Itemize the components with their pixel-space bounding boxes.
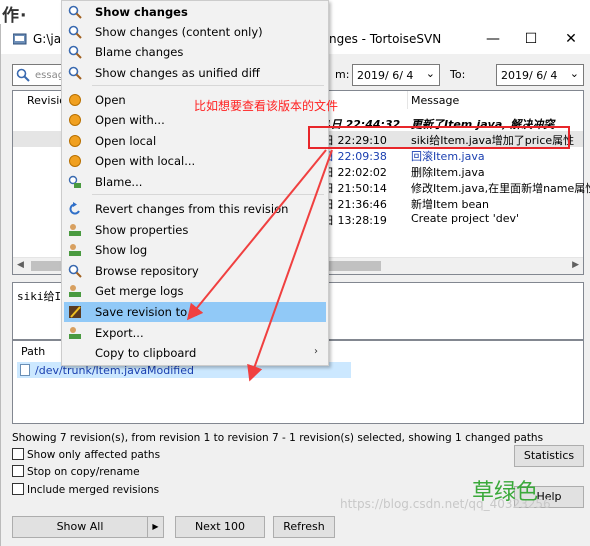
menu-item-save-revision[interactable]: Save revision to... [64, 302, 326, 322]
menu-item-export[interactable]: Export... [64, 323, 326, 343]
from-date-picker[interactable]: 2019/ 6/ 4 ⌄ [352, 64, 440, 86]
statistics-button[interactable]: Statistics [514, 445, 584, 467]
menu-item-open-with-local[interactable]: Open with local... [64, 151, 326, 171]
menu-item-open-local[interactable]: Open local [64, 131, 326, 151]
open-icon [69, 114, 81, 126]
chevron-right-icon[interactable]: ▶ [147, 517, 163, 537]
next-100-button[interactable]: Next 100 [175, 516, 265, 538]
menu-item-unified-diff[interactable]: Show changes as unified diff [64, 63, 326, 83]
window-title-app: nges - TortoiseSVN [329, 32, 442, 46]
magnifier-icon [68, 45, 82, 59]
chevron-down-icon: ⌄ [425, 67, 435, 80]
svn-icon [69, 285, 81, 297]
context-menu: Show changes Show changes (content only)… [61, 0, 329, 366]
checkbox[interactable] [12, 483, 24, 495]
refresh-button[interactable]: Refresh [273, 516, 335, 538]
open-icon [69, 155, 81, 167]
column-header-path[interactable]: Path [21, 345, 45, 358]
open-icon [69, 135, 81, 147]
magnifier-icon [68, 264, 82, 278]
menu-separator [92, 85, 324, 86]
magnifier-icon [68, 5, 82, 19]
open-icon [69, 94, 81, 106]
search-placeholder: essag [35, 70, 65, 81]
to-date-value: 2019/ 6/ 4 [501, 69, 558, 82]
search-input[interactable]: essag [12, 64, 64, 86]
file-icon [20, 364, 30, 376]
menu-item-blame[interactable]: Blame... [64, 172, 326, 192]
annotation-highlight-box [308, 126, 570, 149]
save-icon [69, 306, 81, 318]
option-only-affected[interactable]: Show only affected paths [12, 448, 160, 461]
maximize-button[interactable]: ☐ [521, 30, 541, 48]
menu-item-revert[interactable]: Revert changes from this revision [64, 199, 326, 219]
revert-icon [69, 202, 80, 215]
menu-item-browse-repository[interactable]: Browse repository [64, 261, 326, 281]
app-icon [13, 33, 27, 45]
page-heading: 作· [2, 6, 28, 26]
menu-item-copy-to-clipboard[interactable]: Copy to clipboard › [64, 343, 326, 363]
magnifier-icon [68, 25, 82, 39]
minimize-button[interactable]: — [483, 30, 503, 48]
close-button[interactable]: ✕ [561, 30, 581, 48]
status-line: Showing 7 revision(s), from revision 1 t… [12, 432, 544, 444]
log-message-text: siki给I [17, 290, 62, 303]
option-stop-copy[interactable]: Stop on copy/rename [12, 465, 140, 478]
to-date-picker[interactable]: 2019/ 6/ 4 ⌄ [496, 64, 584, 86]
checkbox[interactable] [12, 465, 24, 477]
menu-item-show-changes[interactable]: Show changes [64, 2, 326, 22]
menu-item-show-log[interactable]: Show log [64, 240, 326, 260]
svn-icon [69, 244, 81, 256]
scroll-right-icon[interactable]: ▶ [572, 260, 579, 270]
from-label: m: [335, 68, 350, 81]
show-all-button[interactable]: Show All ▶ [12, 516, 164, 538]
chevron-right-icon: › [314, 346, 318, 357]
menu-item-show-properties[interactable]: Show properties [64, 220, 326, 240]
menu-item-show-changes-content[interactable]: Show changes (content only) [64, 22, 326, 42]
menu-item-blame-changes[interactable]: Blame changes [64, 42, 326, 62]
scroll-left-icon[interactable]: ◀ [17, 260, 24, 270]
search-icon [16, 68, 30, 82]
chevron-down-icon: ⌄ [569, 67, 579, 80]
menu-item-get-merge-logs[interactable]: Get merge logs [64, 281, 326, 301]
watermark-name: 草绿色 [472, 480, 539, 505]
to-label: To: [450, 68, 466, 81]
option-include-merged[interactable]: Include merged revisions [12, 483, 159, 496]
annotation-text: 比如想要查看该版本的文件 [194, 99, 339, 113]
column-separator [407, 91, 408, 109]
svn-icon [69, 327, 81, 339]
blame-icon [68, 175, 81, 188]
checkbox[interactable] [12, 448, 24, 460]
menu-separator [92, 194, 324, 195]
magnifier-icon [68, 66, 82, 80]
from-date-value: 2019/ 6/ 4 [357, 69, 414, 82]
svn-icon [69, 224, 81, 236]
column-header-message[interactable]: Message [411, 94, 459, 107]
